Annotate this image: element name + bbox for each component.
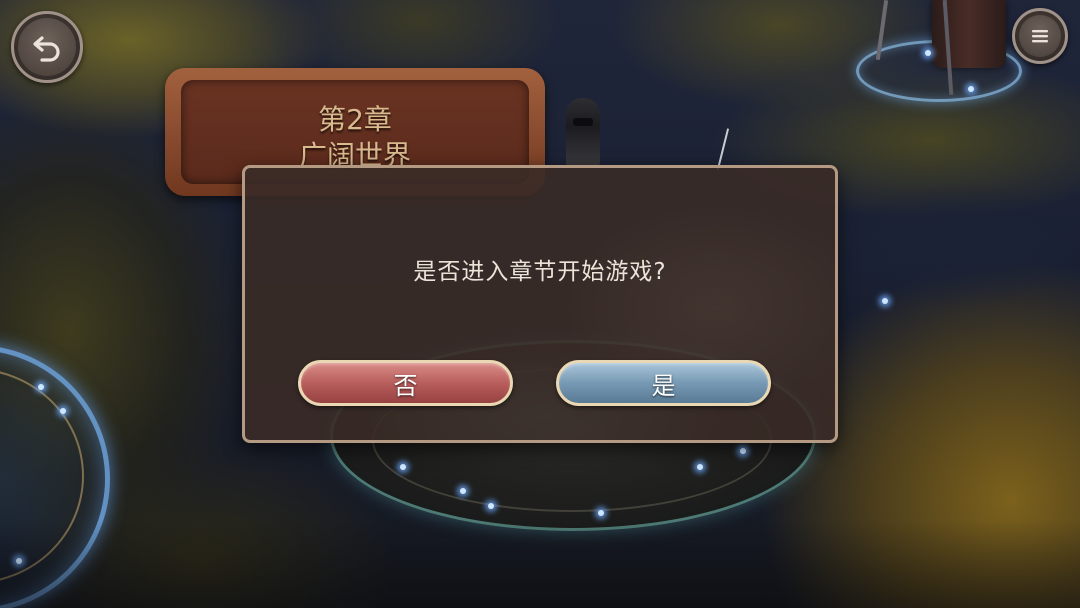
game-screen: 第2章 广阔世界 是否进入章节开始游戏? 否 是 — [0, 0, 1080, 608]
confirm-dialog: 是否进入章节开始游戏? 否 是 — [242, 165, 838, 443]
hooded-character — [566, 98, 600, 168]
sparkle — [598, 510, 604, 516]
sparkle — [740, 448, 746, 454]
back-button[interactable] — [11, 11, 83, 83]
sparkle — [38, 384, 44, 390]
sparkle — [400, 464, 406, 470]
spear — [716, 128, 730, 170]
water-region — [840, 185, 1080, 305]
vignette — [0, 520, 1080, 608]
sparkle — [697, 464, 703, 470]
yes-button[interactable]: 是 — [556, 360, 771, 406]
sparkle — [460, 488, 466, 494]
dialog-message: 是否进入章节开始游戏? — [413, 259, 667, 285]
no-button[interactable]: 否 — [298, 360, 513, 406]
menu-button[interactable] — [1012, 8, 1068, 64]
chapter-number: 第2章 — [318, 103, 392, 136]
menu-icon — [1032, 30, 1048, 43]
hooded-character-face — [573, 118, 593, 126]
sparkle — [882, 298, 888, 304]
sparkle — [968, 86, 974, 92]
sparkle — [488, 503, 494, 509]
sparkle — [925, 50, 931, 56]
undo-arrow-icon — [33, 36, 60, 62]
sparkle — [60, 408, 66, 414]
